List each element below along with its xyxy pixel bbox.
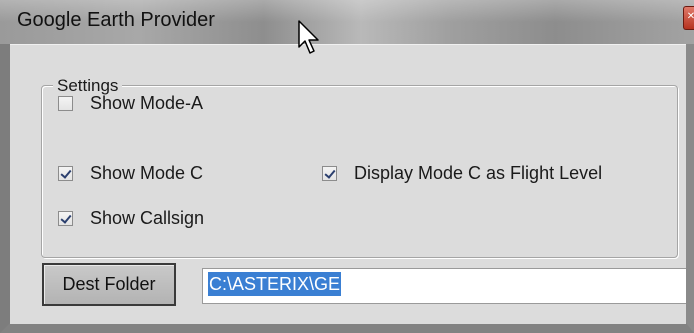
title-bar[interactable]: Google Earth Provider ✕: [0, 0, 694, 44]
dialog-client-area: Settings Show Mode-A Show Mode C Display…: [10, 44, 686, 324]
checkbox-label: Show Callsign: [90, 208, 205, 228]
checkbox-label: Display Mode C as Flight Level: [354, 163, 603, 183]
window-title: Google Earth Provider: [17, 9, 215, 31]
dialog-window: Google Earth Provider ✕ Settings Show Mo…: [0, 0, 694, 333]
checkbox-box[interactable]: [58, 96, 73, 111]
show-mode-c-checkbox[interactable]: Show Mode C: [58, 163, 203, 184]
dest-folder-button[interactable]: Dest Folder: [42, 263, 176, 306]
mouse-pointer-icon: [298, 20, 319, 54]
close-icon[interactable]: ✕: [683, 6, 694, 30]
dest-path-selected-text: C:\ASTERIX\GE: [208, 272, 342, 296]
checkbox-label: Show Mode-A: [90, 93, 204, 113]
show-callsign-checkbox[interactable]: Show Callsign: [58, 208, 204, 229]
dest-path-input[interactable]: C:\ASTERIX\GE: [202, 268, 686, 304]
checkbox-box[interactable]: [58, 166, 73, 181]
checkbox-box[interactable]: [58, 211, 73, 226]
show-mode-a-checkbox[interactable]: Show Mode-A: [58, 93, 203, 114]
flight-level-checkbox[interactable]: Display Mode C as Flight Level: [322, 163, 602, 184]
checkbox-box[interactable]: [322, 166, 337, 181]
checkbox-label: Show Mode C: [90, 163, 204, 183]
